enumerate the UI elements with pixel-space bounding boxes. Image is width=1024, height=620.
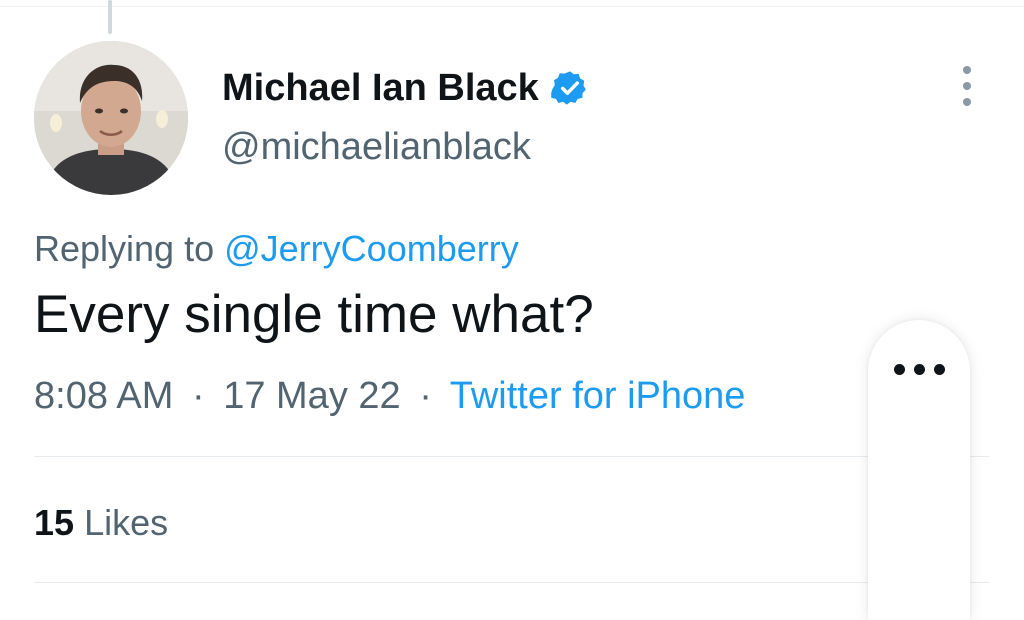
thread-connector-line [108,0,112,34]
tweet-meta: 8:08 AM · 17 May 22 · Twitter for iPhone [34,375,745,418]
author-display-name[interactable]: Michael Ian Black [222,67,539,110]
more-dot [893,364,905,375]
more-dot [963,82,971,90]
likes-label: Likes [84,502,169,543]
avatar[interactable] [34,41,188,195]
stats-divider-top [34,456,989,457]
tweet-text: Every single time what? [34,285,594,344]
replying-to-line: Replying to @JerryCoomberry [34,228,519,270]
tweet-date[interactable]: 17 May 22 [223,375,400,417]
tweet-source-link[interactable]: Twitter for iPhone [450,375,746,417]
avatar-image [34,41,188,195]
author-name-row[interactable]: Michael Ian Black [222,64,589,112]
meta-separator: · [419,375,432,417]
replying-to-label: Replying to [34,228,215,269]
floating-more-button[interactable] [868,320,970,620]
more-vertical-icon[interactable] [948,66,986,106]
more-horizontal-icon [868,364,970,375]
stats-divider-bottom [34,582,989,583]
likes-count: 15 [34,502,75,543]
more-dot [933,364,945,375]
reply-mention-link[interactable]: @JerryCoomberry [224,228,519,269]
tweet-time[interactable]: 8:08 AM [34,375,173,417]
verified-badge-icon [550,69,589,107]
more-dot [913,364,925,375]
more-dot [963,66,971,74]
meta-separator: · [191,375,205,417]
more-dot [963,98,971,106]
likes-stat[interactable]: 15 Likes [34,502,168,544]
top-divider [0,6,1024,7]
author-handle[interactable]: @michaelianblack [222,126,531,169]
